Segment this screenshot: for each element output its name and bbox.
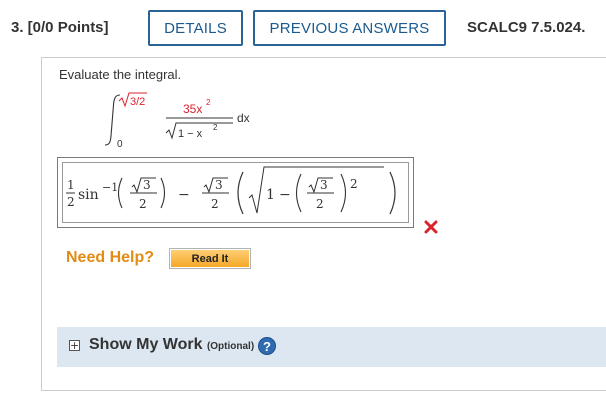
read-it-button[interactable]: Read It bbox=[169, 248, 251, 269]
answer-field[interactable]: 1 2 sin −1 3 2 − 3 2 1 − 3 2 2 bbox=[57, 157, 414, 228]
svg-text:3: 3 bbox=[143, 178, 151, 192]
svg-text:1: 1 bbox=[266, 187, 275, 203]
incorrect-x-icon bbox=[424, 220, 438, 234]
svg-text:−1: −1 bbox=[102, 181, 118, 194]
integral-expression: 0 3/2 35x 2 1 − x 2 dx bbox=[104, 92, 250, 150]
svg-text:2: 2 bbox=[211, 197, 219, 211]
textbook-reference: SCALC9 7.5.024. bbox=[467, 19, 586, 36]
arcsin-function: sin bbox=[78, 187, 99, 203]
question-prompt: Evaluate the integral. bbox=[59, 67, 182, 82]
expand-plus-icon[interactable]: + bbox=[69, 340, 80, 351]
show-my-work-label: Show My Work (Optional) bbox=[89, 336, 254, 354]
svg-text:−: − bbox=[279, 187, 291, 203]
svg-text:2: 2 bbox=[316, 197, 324, 211]
numerator-exponent: 2 bbox=[206, 98, 211, 107]
svg-text:3: 3 bbox=[215, 178, 223, 192]
svg-text:2: 2 bbox=[139, 197, 147, 211]
details-button[interactable]: DETAILS bbox=[148, 10, 243, 46]
svg-text:2: 2 bbox=[67, 195, 75, 209]
differential: dx bbox=[237, 111, 250, 125]
answer-expression: 1 2 sin −1 3 2 − 3 2 1 − 3 2 2 bbox=[66, 166, 396, 215]
question-header: 3. [0/0 Points] DETAILS PREVIOUS ANSWERS… bbox=[0, 0, 606, 60]
svg-text:−: − bbox=[178, 187, 190, 203]
lower-limit: 0 bbox=[117, 139, 123, 150]
show-my-work-title: Show My Work bbox=[89, 336, 203, 353]
svg-text:2: 2 bbox=[213, 123, 218, 132]
question-number: 3. [0/0 Points] bbox=[11, 19, 109, 36]
integrand-denominator: 1 − x bbox=[178, 128, 203, 140]
svg-text:1: 1 bbox=[67, 178, 75, 192]
integrand-numerator: 35x bbox=[183, 102, 202, 116]
show-my-work-bar[interactable]: + Show My Work (Optional) ? bbox=[57, 327, 606, 367]
previous-answers-button[interactable]: PREVIOUS ANSWERS bbox=[253, 10, 446, 46]
svg-text:2: 2 bbox=[350, 177, 358, 191]
svg-text:3: 3 bbox=[320, 178, 328, 192]
help-question-icon[interactable]: ? bbox=[258, 337, 276, 355]
optional-label: (Optional) bbox=[206, 341, 255, 352]
need-help-label: Need Help? bbox=[66, 249, 155, 266]
upper-limit: 3/2 bbox=[130, 96, 145, 108]
